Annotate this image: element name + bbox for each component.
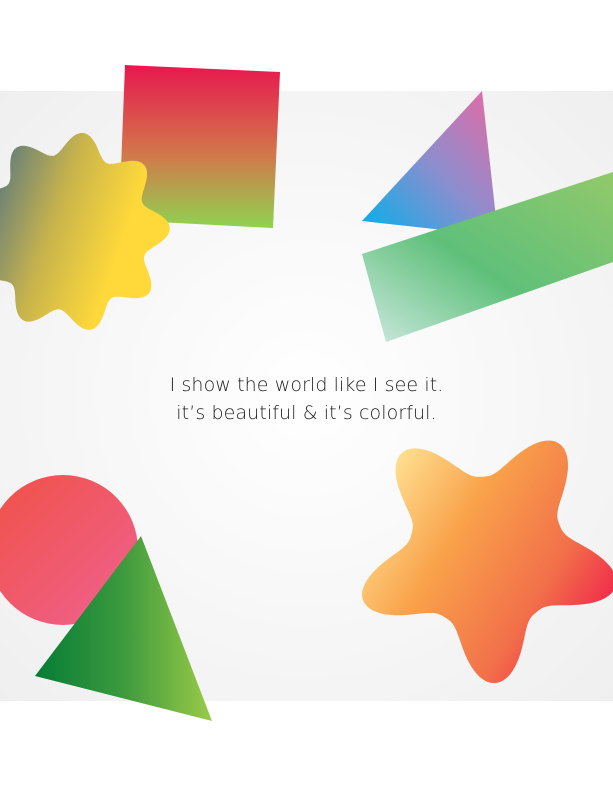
page: I show the world like I see it. it’s bea… <box>0 0 613 793</box>
caption-line-2: it’s beautiful & it’s colorful. <box>176 402 437 424</box>
caption: I show the world like I see it. it’s bea… <box>0 371 613 427</box>
caption-line-1: I show the world like I see it. <box>169 374 444 396</box>
gradient-triangle-top-right <box>362 91 498 236</box>
gradient-square <box>119 65 280 228</box>
gradient-star <box>362 440 613 684</box>
